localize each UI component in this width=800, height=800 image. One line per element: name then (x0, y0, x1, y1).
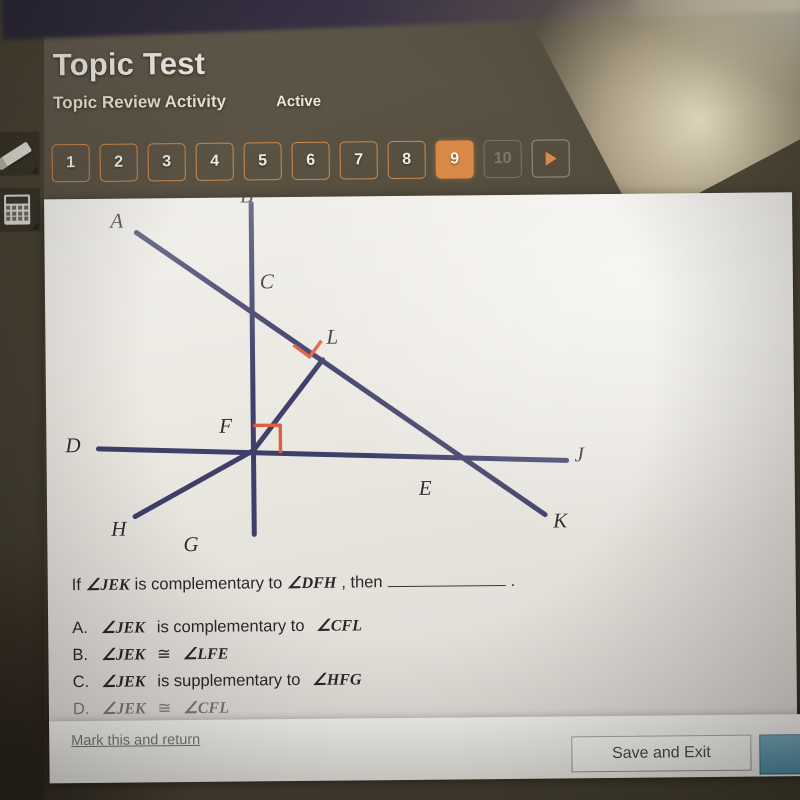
stem-mid: is complementary to (134, 574, 283, 594)
pager-item-4[interactable]: 4 (195, 142, 234, 181)
option-angle-1: ∠JEK (101, 700, 146, 718)
geometry-svg (95, 200, 570, 537)
header: Topic Test Topic Review Activity Active (53, 41, 754, 114)
pager-label: 8 (402, 150, 412, 168)
pager-item-7[interactable]: 7 (339, 141, 378, 180)
pager-label: 5 (258, 152, 268, 170)
question-card: A B C L D F E J H G K If ∠JEK is complem… (44, 192, 798, 730)
pager-item-10: 10 (483, 139, 522, 179)
question-pager: 1 2 3 4 5 6 7 8 9 10 (51, 139, 570, 183)
line-DJ (95, 446, 570, 463)
option-letter: B. (72, 646, 89, 665)
option-mid: ≅ (157, 645, 172, 664)
pager-item-1[interactable]: 1 (51, 143, 90, 183)
option-mid: ≅ (157, 699, 172, 718)
activity-subtitle: Topic Review Activity (53, 91, 227, 113)
answer-option-a[interactable]: A. ∠JEK is complementary to ∠CFL (72, 611, 772, 638)
segment-FL (250, 357, 326, 453)
point-label-K: K (553, 508, 568, 533)
pager-label: 3 (162, 153, 172, 171)
pencil-eraser-tool-button[interactable] (0, 131, 40, 176)
option-angle-1: ∠JEK (101, 673, 146, 691)
answer-option-b[interactable]: B. ∠JEK ≅ ∠LFE (72, 638, 772, 665)
option-mid: is supplementary to (157, 670, 301, 691)
stem-angle-2: ∠DFH (287, 574, 337, 593)
point-label-C: C (259, 269, 274, 294)
next-question-button[interactable] (531, 139, 570, 178)
point-label-B: B (239, 192, 253, 208)
pager-label: 1 (66, 154, 76, 172)
status-badge: Active (275, 92, 322, 111)
pager-item-8[interactable]: 8 (387, 140, 426, 180)
pager-item-5[interactable]: 5 (243, 142, 282, 181)
pager-item-3[interactable]: 3 (147, 143, 186, 182)
page-title: Topic Test (52, 45, 206, 83)
option-angle-2: ∠CFL (316, 617, 363, 635)
screen-content: Topic Test Topic Review Activity Active … (0, 0, 800, 800)
point-label-A: A (110, 208, 124, 233)
option-letter: D. (72, 699, 90, 719)
point-label-D: D (65, 433, 81, 458)
mark-this-and-return-link[interactable]: Mark this and return (71, 732, 200, 749)
option-angle-2: ∠HFG (312, 671, 362, 689)
point-label-G: G (183, 531, 199, 557)
point-label-J: J (574, 442, 584, 467)
line-BG (248, 200, 257, 537)
point-label-F: F (219, 413, 233, 438)
option-angle-2: ∠CFL (183, 699, 230, 718)
option-letter: C. (72, 672, 90, 692)
pager-label: 6 (306, 151, 316, 169)
stem-post: , then (341, 573, 383, 592)
ray-FH (132, 447, 256, 520)
answer-option-c[interactable]: C. ∠JEK is supplementary to ∠HFG (73, 665, 773, 692)
pager-item-9[interactable]: 9 (435, 140, 474, 179)
tool-rail (0, 131, 42, 243)
play-arrow-icon (545, 151, 557, 166)
option-mid: is complementary to (156, 616, 305, 637)
point-label-E: E (418, 475, 432, 500)
option-letter: A. (72, 619, 88, 638)
pager-label: 2 (114, 153, 124, 171)
answer-blank (387, 570, 506, 588)
calculator-tool-button[interactable] (0, 187, 41, 232)
stem-angle-1: ∠JEK (85, 576, 130, 595)
stem-end: . (510, 571, 516, 590)
submit-button[interactable] (759, 733, 800, 775)
answer-options: A. ∠JEK is complementary to ∠CFL B. ∠JEK… (72, 611, 773, 719)
option-angle-1: ∠JEK (101, 646, 146, 664)
pencil-icon (1, 140, 33, 167)
line-AK (133, 230, 548, 518)
point-label-H: H (111, 516, 127, 541)
option-angle-1: ∠JEK (101, 619, 145, 637)
question-block: If ∠JEK is complementary to ∠DFH , then … (72, 566, 773, 726)
pager-label: 4 (210, 152, 220, 170)
pager-label: 7 (354, 151, 364, 169)
footer-bar: Mark this and return Save and Exit (49, 714, 800, 784)
calculator-icon (4, 194, 31, 225)
option-angle-2: ∠LFE (182, 645, 229, 664)
geometry-figure: A B C L D F E J H G K (44, 192, 608, 569)
question-stem: If ∠JEK is complementary to ∠DFH , then … (72, 566, 772, 598)
point-label-L: L (326, 324, 339, 349)
pager-item-6[interactable]: 6 (291, 141, 330, 181)
pager-item-2[interactable]: 2 (99, 143, 138, 182)
pager-label: 10 (493, 149, 512, 168)
save-and-exit-button[interactable]: Save and Exit (571, 734, 752, 773)
pager-label: 9 (450, 150, 460, 168)
stem-pre: If (71, 576, 82, 595)
